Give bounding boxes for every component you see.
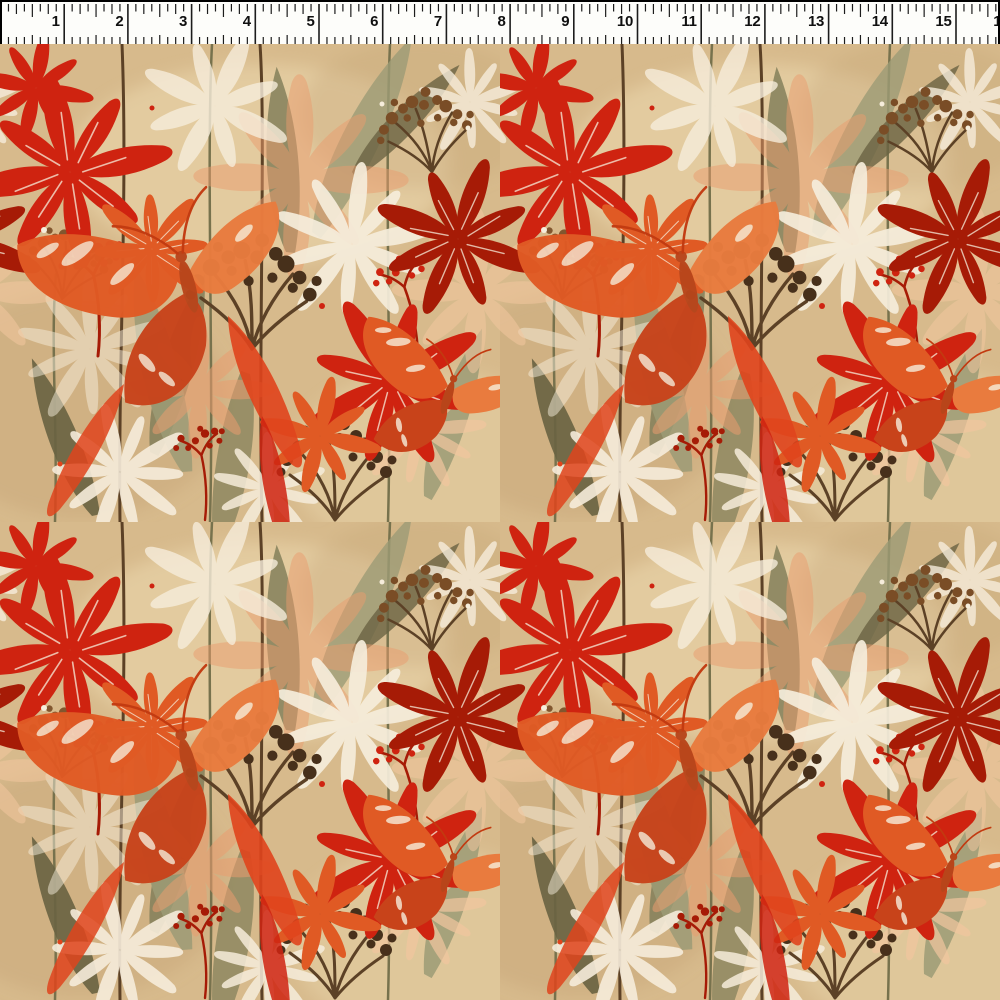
ruler-number: 10	[617, 13, 633, 30]
ruler-ticks-and-numbers: 1234567891011121314151	[0, 2, 1000, 46]
inch-ruler: 1234567891011121314151	[0, 0, 1000, 44]
ruler-number: 4	[243, 13, 252, 30]
fabric-swatch-photo: 1234567891011121314151	[0, 0, 1000, 1000]
ruler-number: 1	[993, 13, 1000, 30]
ruler-number: 1	[52, 13, 60, 30]
fabric-surface	[0, 44, 1000, 1000]
ruler-number: 6	[370, 13, 378, 30]
fabric-pattern-svg	[0, 44, 1000, 1000]
fabric-print	[0, 44, 1000, 1000]
ruler-number: 5	[306, 13, 314, 30]
ruler-number: 14	[872, 13, 889, 30]
ruler-number: 9	[561, 13, 569, 30]
ruler-number: 13	[808, 13, 824, 30]
ruler-number: 7	[434, 13, 442, 30]
ruler-number: 2	[115, 13, 123, 30]
ruler-number: 8	[498, 13, 506, 30]
ruler-number: 12	[744, 13, 760, 30]
ruler-number: 3	[179, 13, 187, 30]
ruler-number: 11	[681, 13, 696, 30]
ruler-number: 15	[935, 13, 951, 30]
